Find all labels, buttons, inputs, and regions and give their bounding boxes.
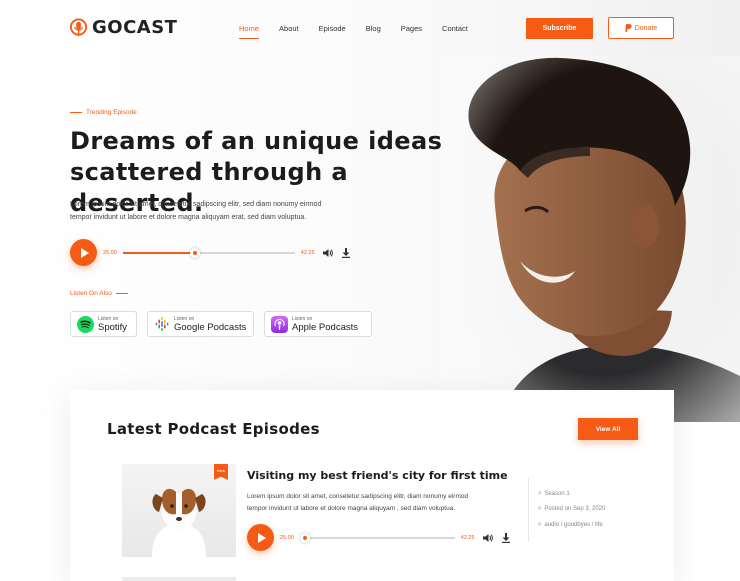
nav-about[interactable]: About [279,24,299,39]
brand-name: GOCAST [92,17,178,38]
latest-episodes-card: Latest Podcast Episodes View All New Vis… [70,390,674,581]
main-nav: Home About Episode Blog Pages Contact [239,24,488,39]
episode-progress-bar[interactable] [299,532,455,543]
eyebrow-text: Trending Episode [86,109,137,116]
episode-divider [528,478,529,542]
episode-title[interactable]: Visiting my best friend's city for first… [247,469,508,482]
episode-tags[interactable]: # audio / goodbyes / life [538,522,603,528]
subscribe-button[interactable]: Subscribe [526,18,593,39]
hero-progress-knob[interactable] [190,247,200,258]
episode-posted-date: # Posted on Sep 3, 2020 [538,506,605,512]
trending-eyebrow: Trending Episode [70,109,137,116]
nav-pages[interactable]: Pages [401,24,422,39]
microphone-icon [70,18,88,36]
apple-big: Apple Podcasts [292,321,359,333]
eyebrow-line [70,112,82,113]
episode-season[interactable]: # Season 1 [538,491,570,497]
episode-total-time: 42.25 [460,534,475,541]
episode-tags-text: audio / goodbyes / life [544,522,603,528]
episode-posted-text: Posted on Sep 3, 2020 [544,506,606,512]
hero-total-time: 42.25 [300,249,315,256]
volume-icon[interactable] [322,248,333,258]
hash-icon: # [538,491,542,497]
download-icon[interactable] [501,532,511,543]
listen-on-text: Listen On Also [70,290,112,297]
spotify-badge[interactable]: Listen on Spotify [70,311,137,337]
hero-play-button[interactable] [70,239,97,266]
download-icon[interactable] [341,247,351,258]
apple-badge-text: Listen on Apple Podcasts [292,316,358,333]
play-icon [80,247,89,258]
episode-audio-player: 25.00 42.25 [247,524,511,551]
donate-label: Donate [634,24,658,32]
paypal-icon [625,24,632,32]
listen-on-label: Listen On Also [70,290,128,297]
episode-thumbnail-dog[interactable] [122,464,236,557]
hero-title-line1: Dreams of an unique ideas [70,127,443,155]
next-episode-thumbnail[interactable] [122,577,236,581]
apple-podcasts-badge[interactable]: Listen on Apple Podcasts [264,311,372,337]
google-big: Google Podcasts [174,321,247,333]
google-podcasts-icon [155,317,169,331]
episode-description: Lorem ipsum dolor sit amet, consetetur s… [247,491,519,514]
hash-icon: # [538,506,542,512]
apple-podcasts-icon [271,315,288,333]
hero-audio-player: 25.00 42.25 [70,239,351,266]
hero-progress-bar[interactable] [122,247,295,258]
episode-desc-line1: Lorem ipsum dolor sit amet, consetetur s… [247,493,469,500]
hero-portrait-image [440,56,740,422]
spotify-badge-text: Listen on Spotify [98,316,127,333]
volume-icon[interactable] [482,533,493,543]
episode-desc-line2: tempor invidunt ut labore et dolore magn… [247,504,456,512]
episode-current-time: 25.00 [280,534,294,541]
hero-current-time: 25.00 [103,249,117,256]
view-all-button[interactable]: View All [578,418,638,440]
play-icon [257,532,266,543]
hero-desc-line1: Lorem ipsum dolor sit amet, consetetur s… [70,201,322,208]
nav-home[interactable]: Home [239,24,260,39]
episode-progress-knob[interactable] [299,532,310,543]
hero-desc-line2: tempor invidunt ut labore et dolore magn… [70,214,307,221]
episode-season-text: Season 1 [544,491,570,497]
spotify-icon [77,315,94,333]
hash-icon: # [538,522,542,528]
brand-logo[interactable]: GOCAST [70,17,177,38]
listen-on-line [115,293,128,294]
nav-episode[interactable]: Episode [319,24,346,39]
donate-button[interactable]: Donate [608,17,674,39]
spotify-big: Spotify [98,321,128,333]
google-podcasts-badge[interactable]: Listen on Google Podcasts [147,311,254,337]
google-badge-text: Listen on Google Podcasts [174,316,246,333]
nav-blog[interactable]: Blog [366,24,381,39]
hero-description: Lorem ipsum dolor sit amet, consetetur s… [70,198,390,224]
section-title: Latest Podcast Episodes [107,420,320,438]
episode-play-button[interactable] [247,524,274,551]
nav-contact[interactable]: Contact [442,24,468,39]
hero-progress-fill [122,251,195,254]
